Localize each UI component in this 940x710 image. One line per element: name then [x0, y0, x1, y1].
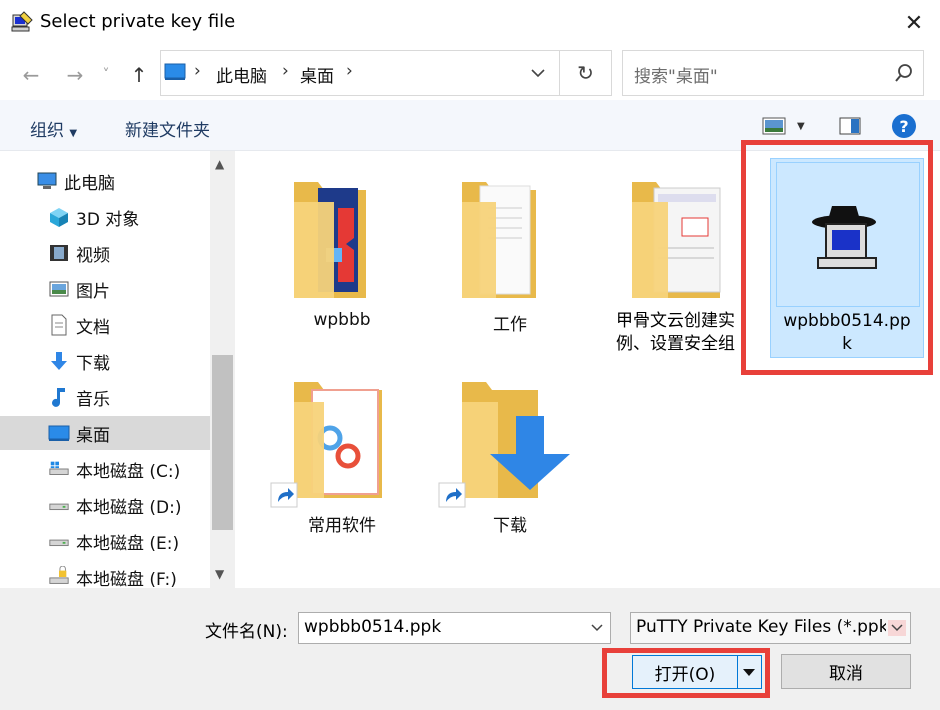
view-options-icon[interactable] [762, 117, 786, 135]
computer-icon [36, 170, 58, 192]
sidebar-item[interactable]: 视频 [0, 236, 210, 270]
help-icon[interactable]: ? [892, 114, 916, 138]
drive-locked-icon [48, 566, 70, 588]
sidebar-item[interactable]: 本地磁盘 (D:) [0, 488, 210, 522]
folder-icon[interactable] [290, 378, 390, 502]
folder-icon[interactable] [458, 378, 578, 502]
breadcrumb-this-pc[interactable]: 此电脑 [216, 62, 267, 87]
sidebar-item-label: 视频 [76, 245, 110, 266]
sidebar-item-label: 下载 [76, 353, 110, 374]
sidebar-item-label: 本地磁盘 (E:) [76, 533, 180, 554]
file-name-wpbbb[interactable]: wpbbb [262, 310, 422, 330]
sidebar-item[interactable]: 音乐 [0, 380, 210, 414]
sidebar-item[interactable]: 桌面 [0, 416, 210, 450]
breadcrumb-separator[interactable]: › [194, 61, 201, 81]
file-name-downloads[interactable]: 下载 [430, 511, 590, 536]
file-type-value[interactable]: PuTTY Private Key Files (*.ppk) [636, 617, 886, 637]
sidebar-item-label: 本地磁盘 (F:) [76, 569, 177, 590]
desktop-icon [48, 422, 70, 444]
scroll-down-icon[interactable]: ▼ [215, 567, 224, 581]
breadcrumb-separator[interactable]: › [346, 61, 353, 81]
view-dropdown-arrow-icon[interactable]: ▼ [797, 121, 805, 132]
dialog-footer [0, 588, 940, 710]
new-folder-button[interactable]: 新建文件夹 [125, 116, 210, 141]
folder-icon[interactable] [290, 178, 370, 302]
sidebar-item-label: 桌面 [76, 425, 110, 446]
sidebar-item[interactable]: 下载 [0, 344, 210, 378]
scrollbar-thumb[interactable] [212, 355, 233, 530]
highlight-box-open [602, 648, 770, 698]
chevron-down-icon[interactable] [888, 620, 906, 636]
recent-locations-button[interactable]: ˅ [96, 60, 116, 90]
sidebar-item-label: 此电脑 [64, 173, 115, 194]
highlight-box-file [741, 140, 933, 375]
document-icon [48, 314, 70, 336]
film-icon [48, 242, 70, 264]
organize-label: 组织 [30, 121, 64, 141]
download-arrow-icon [48, 350, 70, 372]
sidebar-item-label: 音乐 [76, 389, 110, 410]
file-name-oracle-cloud[interactable]: 甲骨文云创建实 例、设置安全组 [616, 310, 740, 356]
sidebar-item[interactable]: 本地磁盘 (C:) [0, 452, 210, 486]
breadcrumb-separator[interactable]: › [282, 61, 289, 81]
file-name-line2: 例、设置安全组 [616, 334, 735, 354]
sidebar-item-label: 本地磁盘 (C:) [76, 461, 181, 482]
cancel-button[interactable]: 取消 [781, 654, 911, 689]
picture-icon [48, 278, 70, 300]
putty-app-icon [10, 10, 34, 34]
sidebar-item[interactable]: 文档 [0, 308, 210, 342]
sidebar-item-label: 本地磁盘 (D:) [76, 497, 182, 518]
scroll-up-icon[interactable]: ▲ [215, 157, 224, 171]
desktop-icon [164, 63, 186, 81]
search-placeholder: 搜索"桌面" [634, 67, 718, 87]
file-name-common-software[interactable]: 常用软件 [262, 511, 422, 536]
sidebar-item[interactable]: 本地磁盘 (E:) [0, 524, 210, 558]
breadcrumb-desktop[interactable]: 桌面 [300, 62, 334, 87]
shortcut-arrow-icon [438, 482, 466, 508]
folder-icon[interactable] [628, 178, 728, 302]
file-name-work[interactable]: 工作 [430, 310, 590, 335]
refresh-button[interactable]: ↻ [560, 50, 612, 96]
music-note-icon [48, 386, 70, 408]
cube-icon [48, 206, 70, 228]
window-title: Select private key file [40, 11, 236, 32]
sidebar-item[interactable]: 此电脑 [0, 164, 210, 198]
sidebar-item-label: 3D 对象 [76, 209, 140, 230]
preview-pane-icon[interactable] [839, 117, 861, 135]
forward-button[interactable]: → [60, 60, 90, 90]
address-dropdown-button[interactable] [520, 50, 560, 96]
search-icon[interactable] [894, 63, 914, 83]
filename-label: 文件名(N): [205, 622, 288, 642]
sidebar-item-label: 图片 [76, 281, 110, 302]
sidebar-item[interactable]: 图片 [0, 272, 210, 306]
chevron-down-icon[interactable] [588, 620, 606, 636]
drive-icon [48, 530, 70, 552]
close-button[interactable]: ✕ [892, 6, 936, 40]
sidebar-item-label: 文档 [76, 317, 110, 338]
drive-windows-icon [48, 458, 70, 480]
drive-icon [48, 494, 70, 516]
sidebar-item[interactable]: 3D 对象 [0, 200, 210, 234]
filename-value[interactable]: wpbbb0514.ppk [304, 617, 441, 637]
up-button[interactable]: ↑ [124, 60, 154, 90]
file-name-line1: 甲骨文云创建实 [616, 311, 735, 331]
organize-button[interactable]: 组织 ▼ [30, 116, 77, 141]
folder-icon[interactable] [458, 178, 542, 302]
back-button[interactable]: ← [16, 60, 46, 90]
shortcut-arrow-icon [270, 482, 298, 508]
